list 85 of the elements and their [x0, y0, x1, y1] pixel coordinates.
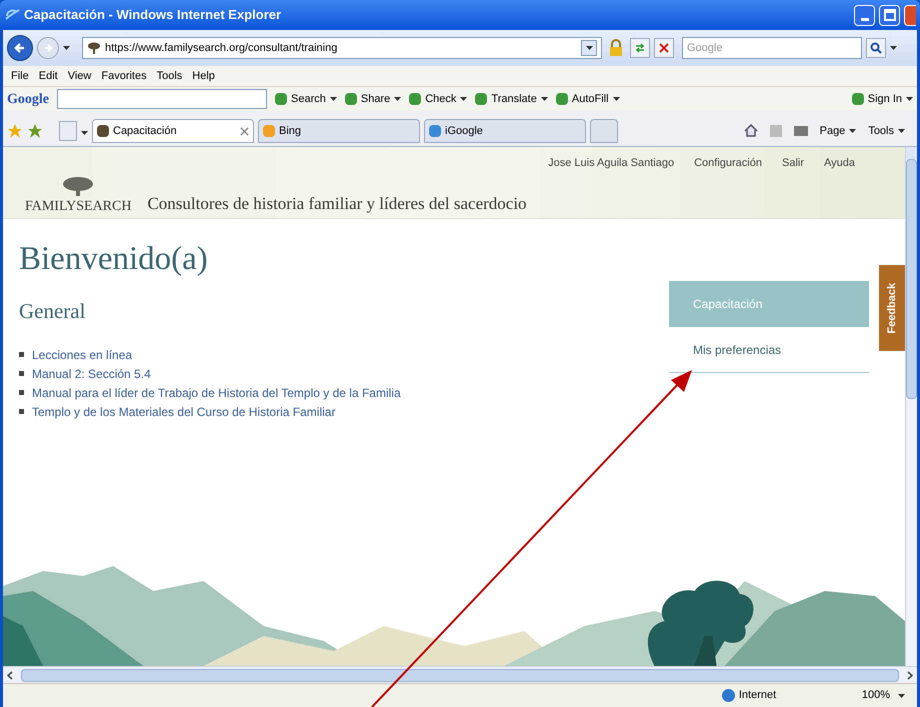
bullet-icon — [19, 390, 24, 396]
bullet-icon — [19, 352, 24, 358]
training-link[interactable]: Manual para el líder de Trabajo de Historia del Templo y de la Familia — [32, 384, 401, 402]
browser-tab[interactable]: iGoogle — [424, 119, 586, 143]
menu-item[interactable]: File — [11, 68, 29, 84]
tree-icon — [87, 42, 101, 54]
url-text: https://www.familysearch.org/consultant/training — [105, 40, 338, 56]
header-link[interactable]: Jose Luis Aguila Santiago — [548, 155, 674, 172]
minimize-button[interactable] — [854, 4, 875, 26]
dropdown-caret-icon[interactable] — [898, 694, 905, 698]
search-button[interactable] — [866, 38, 886, 58]
scroll-right-icon[interactable] — [907, 670, 913, 680]
dropdown-caret-icon[interactable] — [81, 131, 88, 135]
toolbar-button[interactable]: AutoFill — [556, 90, 620, 108]
globe-icon — [722, 689, 735, 702]
dropdown-caret-icon[interactable] — [849, 128, 856, 133]
stop-button[interactable] — [654, 38, 674, 58]
home-icon[interactable] — [744, 124, 758, 138]
browser-tab[interactable]: Capacitación — [92, 119, 254, 143]
right-arrow-icon — [43, 43, 53, 53]
zoom-control[interactable]: 100% — [862, 687, 905, 704]
dropdown-caret-icon[interactable] — [330, 97, 337, 101]
toolbar-button[interactable]: Check — [409, 90, 468, 108]
browser-tab[interactable]: Bing — [258, 119, 420, 143]
bullet-icon — [19, 371, 24, 376]
horizontal-scrollbar[interactable] — [3, 666, 917, 683]
tab-favicon — [263, 125, 275, 137]
tab-favicon — [97, 125, 109, 137]
add-favorite-icon[interactable] — [27, 123, 43, 139]
stop-icon — [659, 43, 669, 53]
tab-favicon — [429, 125, 441, 137]
search-icon — [870, 42, 882, 54]
header-link[interactable]: Configuración — [694, 155, 762, 172]
section-heading: General — [19, 298, 86, 326]
vertical-scrollbar[interactable] — [905, 147, 917, 666]
toolbar-button[interactable]: Search — [275, 90, 337, 108]
search-field[interactable]: Google — [682, 37, 862, 59]
feedback-tab[interactable]: Feedback — [879, 265, 905, 351]
toolbar-button[interactable]: Translate — [475, 90, 548, 108]
site-title: Consultores de historia familiar y líderes del sacerdocio — [147, 193, 527, 215]
back-button[interactable] — [7, 35, 33, 61]
close-tab-icon[interactable] — [240, 126, 249, 136]
command-button[interactable]: Tools — [868, 122, 905, 139]
menu-item[interactable]: Tools — [156, 68, 182, 84]
dropdown-caret-icon[interactable] — [890, 46, 897, 50]
menu-item[interactable]: View — [68, 68, 92, 84]
dropdown-caret-icon[interactable] — [612, 97, 620, 101]
training-link[interactable]: Manual 2: Sección 5.4 — [32, 364, 151, 383]
dropdown-caret-icon[interactable] — [460, 97, 468, 101]
menu-item[interactable]: Edit — [38, 68, 58, 84]
address-field[interactable]: https://www.familysearch.org/consultant/training — [82, 37, 602, 59]
dropdown-caret-icon[interactable] — [394, 97, 402, 101]
menu-item[interactable]: Favorites — [101, 68, 147, 84]
tab-label: iGoogle — [445, 124, 484, 139]
toolbar-logo: Google — [7, 90, 49, 108]
refresh-icon — [634, 42, 646, 54]
dropdown-caret-icon[interactable] — [906, 97, 913, 101]
toolbar-button[interactable]: Share — [344, 90, 402, 108]
training-link[interactable]: Lecciones en línea — [32, 346, 132, 364]
toolbar-button[interactable]: Sign In — [852, 90, 913, 108]
header-link[interactable]: Ayuda — [824, 155, 855, 172]
left-arrow-icon — [14, 42, 26, 54]
tab-label: Bing — [279, 124, 302, 139]
dropdown-caret-icon[interactable] — [63, 46, 70, 50]
window-title: Capacitación - Windows Internet Explorer — [24, 6, 282, 24]
side-nav-item[interactable]: Mis preferencias — [669, 327, 869, 373]
dropdown-caret-icon[interactable] — [586, 46, 592, 50]
refresh-button[interactable] — [630, 38, 650, 58]
command-button[interactable]: Page — [820, 122, 856, 139]
header-link[interactable]: Salir — [782, 155, 804, 172]
toolbar-search-field[interactable] — [57, 89, 267, 109]
favorites-star-icon[interactable] — [7, 123, 23, 139]
site-logo: FAMILYSEARCH — [25, 198, 132, 216]
maximize-button[interactable] — [879, 4, 900, 26]
dropdown-caret-icon[interactable] — [898, 128, 905, 133]
zone-status: Internet — [722, 687, 842, 704]
address-dropdown-button[interactable] — [581, 40, 597, 56]
close-button[interactable] — [904, 4, 916, 26]
scroll-left-icon[interactable] — [7, 670, 13, 680]
menu-item[interactable]: Help — [192, 68, 215, 84]
tab-label: Capacitación — [113, 124, 178, 139]
training-link[interactable]: Templo y de los Materiales del Curso de Historia Familiar — [32, 402, 336, 421]
page-heading: Bienvenido(a) — [19, 240, 209, 279]
bullet-icon — [19, 409, 24, 414]
dropdown-caret-icon[interactable] — [540, 97, 548, 101]
